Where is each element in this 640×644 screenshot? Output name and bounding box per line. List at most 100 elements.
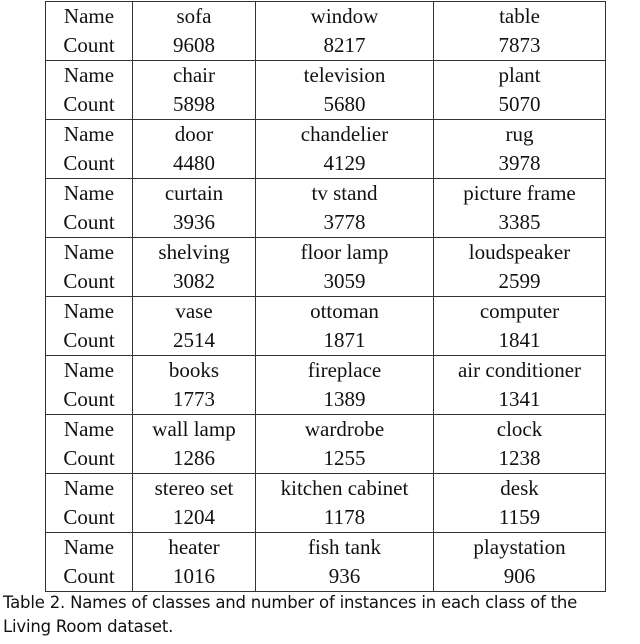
name-label-cell: Name [45, 60, 133, 90]
class-name-cell: window [255, 1, 434, 31]
class-name-cell: chandelier [255, 119, 434, 149]
class-count-cell: 1016 [132, 562, 256, 592]
class-count-cell: 1841 [433, 326, 606, 356]
count-label-cell: Count [45, 562, 133, 592]
class-name-cell: loudspeaker [433, 237, 606, 267]
class-count-cell: 4129 [255, 149, 434, 179]
table-caption: Table 2. Names of classes and number of … [3, 591, 640, 639]
name-label-cell: Name [45, 1, 133, 31]
class-count-cell: 3082 [132, 267, 256, 297]
count-row: Count 3082 3059 2599 [45, 267, 606, 297]
count-row: Count 3936 3778 3385 [45, 208, 606, 238]
name-label-cell: Name [45, 473, 133, 503]
count-row: Count 1016 936 906 [45, 562, 606, 592]
class-count-table: Name sofa window table Count 9608 8217 7873 Name… [45, 1, 606, 592]
caption-line-2: Living Room dataset. [3, 617, 174, 636]
class-name-cell: stereo set [132, 473, 256, 503]
class-count-cell: 1255 [255, 444, 434, 474]
class-name-cell: chair [132, 60, 256, 90]
count-row: Count 1286 1255 1238 [45, 444, 606, 474]
class-name-cell: vase [132, 296, 256, 326]
name-row: Name books fireplace air conditioner [45, 355, 606, 385]
class-name-cell: wardrobe [255, 414, 434, 444]
class-name-cell: clock [433, 414, 606, 444]
class-count-cell: 1871 [255, 326, 434, 356]
class-count-cell: 1286 [132, 444, 256, 474]
class-count-cell: 936 [255, 562, 434, 592]
class-count-cell: 3778 [255, 208, 434, 238]
class-count-cell: 1178 [255, 503, 434, 533]
name-row: Name curtain tv stand picture frame [45, 178, 606, 208]
class-count-cell: 1389 [255, 385, 434, 415]
class-name-cell: playstation [433, 532, 606, 562]
name-row: Name sofa window table [45, 1, 606, 31]
class-name-cell: ottoman [255, 296, 434, 326]
class-name-cell: computer [433, 296, 606, 326]
count-label-cell: Count [45, 149, 133, 179]
count-label-cell: Count [45, 444, 133, 474]
name-row: Name vase ottoman computer [45, 296, 606, 326]
name-label-cell: Name [45, 296, 133, 326]
count-label-cell: Count [45, 503, 133, 533]
name-row: Name chair television plant [45, 60, 606, 90]
count-row: Count 5898 5680 5070 [45, 90, 606, 120]
name-row: Name heater fish tank playstation [45, 532, 606, 562]
class-count-cell: 3936 [132, 208, 256, 238]
class-name-cell: curtain [132, 178, 256, 208]
class-count-cell: 1159 [433, 503, 606, 533]
count-label-cell: Count [45, 90, 133, 120]
class-count-cell: 906 [433, 562, 606, 592]
count-row: Count 4480 4129 3978 [45, 149, 606, 179]
class-count-cell: 4480 [132, 149, 256, 179]
count-row: Count 2514 1871 1841 [45, 326, 606, 356]
count-label-cell: Count [45, 31, 133, 61]
class-name-cell: rug [433, 119, 606, 149]
class-name-cell: kitchen cabinet [255, 473, 434, 503]
class-name-cell: wall lamp [132, 414, 256, 444]
count-row: Count 1773 1389 1341 [45, 385, 606, 415]
name-row: Name stereo set kitchen cabinet desk [45, 473, 606, 503]
class-count-cell: 7873 [433, 31, 606, 61]
name-label-cell: Name [45, 532, 133, 562]
name-row: Name shelving floor lamp loudspeaker [45, 237, 606, 267]
name-label-cell: Name [45, 355, 133, 385]
count-label-cell: Count [45, 267, 133, 297]
name-label-cell: Name [45, 414, 133, 444]
count-label-cell: Count [45, 326, 133, 356]
class-name-cell: books [132, 355, 256, 385]
class-count-cell: 2514 [132, 326, 256, 356]
class-name-cell: fireplace [255, 355, 434, 385]
class-count-cell: 5898 [132, 90, 256, 120]
class-count-cell: 1773 [132, 385, 256, 415]
count-row: Count 9608 8217 7873 [45, 31, 606, 61]
class-name-cell: desk [433, 473, 606, 503]
class-name-cell: sofa [132, 1, 256, 31]
class-name-cell: table [433, 1, 606, 31]
class-count-cell: 5680 [255, 90, 434, 120]
caption-line-1: Table 2. Names of classes and number of … [3, 593, 578, 612]
class-name-cell: floor lamp [255, 237, 434, 267]
class-name-cell: air conditioner [433, 355, 606, 385]
count-row: Count 1204 1178 1159 [45, 503, 606, 533]
class-count-cell: 3385 [433, 208, 606, 238]
name-label-cell: Name [45, 178, 133, 208]
class-count-cell: 1341 [433, 385, 606, 415]
class-count-cell: 3978 [433, 149, 606, 179]
name-label-cell: Name [45, 237, 133, 267]
class-count-cell: 3059 [255, 267, 434, 297]
class-count-cell: 8217 [255, 31, 434, 61]
class-count-cell: 1238 [433, 444, 606, 474]
class-count-cell: 9608 [132, 31, 256, 61]
name-row: Name door chandelier rug [45, 119, 606, 149]
class-count-cell: 1204 [132, 503, 256, 533]
class-name-cell: shelving [132, 237, 256, 267]
class-count-cell: 2599 [433, 267, 606, 297]
class-name-cell: plant [433, 60, 606, 90]
class-name-cell: picture frame [433, 178, 606, 208]
count-label-cell: Count [45, 208, 133, 238]
name-row: Name wall lamp wardrobe clock [45, 414, 606, 444]
class-name-cell: heater [132, 532, 256, 562]
class-name-cell: door [132, 119, 256, 149]
class-name-cell: tv stand [255, 178, 434, 208]
name-label-cell: Name [45, 119, 133, 149]
